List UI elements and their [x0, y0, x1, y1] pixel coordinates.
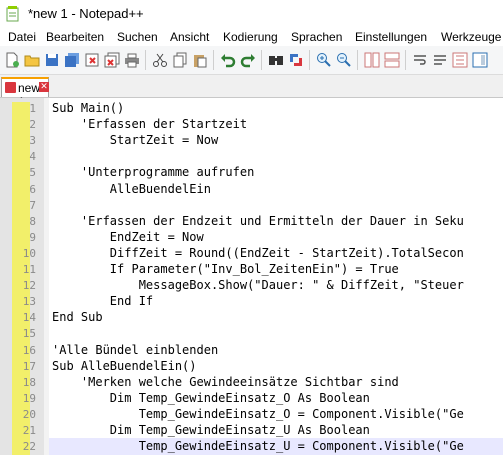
close-all-icon[interactable] [104, 52, 120, 68]
line-number: 20 [22, 407, 36, 421]
line-number: 8 [29, 214, 36, 228]
line-number: 9 [29, 230, 36, 244]
code-line[interactable]: StartZeit = Now [52, 133, 218, 147]
line-number: 15 [22, 327, 36, 341]
menu-einstellungen[interactable]: Einstellungen [355, 30, 427, 44]
code-line[interactable]: Temp_GewindeEinsatz_U = Component.Visibl… [52, 439, 464, 453]
paste-icon[interactable] [192, 52, 208, 68]
cut-icon[interactable] [152, 52, 168, 68]
zoom-in-icon[interactable] [316, 52, 332, 68]
line-number: 10 [22, 246, 36, 260]
menu-bar: Datei Bearbeiten Suchen Ansicht Kodierun… [0, 28, 503, 46]
menu-datei[interactable]: Datei [8, 30, 36, 44]
toolbar-separator [261, 50, 262, 70]
code-editor[interactable]: 1 Sub Main() 2 'Erfassen der Startzeit 3 St… [0, 98, 503, 455]
line-number: 21 [22, 424, 36, 437]
line-number: 2 [29, 118, 36, 132]
code-line[interactable]: 'Alle Bündel einblenden [52, 343, 218, 357]
window-title: *new 1 - Notepad++ [28, 6, 144, 21]
menu-kodierung[interactable]: Kodierung [223, 30, 278, 44]
code-line[interactable]: MessageBox.Show("Dauer: " & DiffZeit, "S… [52, 278, 464, 292]
fold-margin[interactable] [44, 98, 49, 455]
tab-bar: new 1 ✕ [0, 75, 503, 109]
code-line[interactable]: Sub AlleBuendelEin() [52, 359, 197, 373]
undo-icon[interactable] [220, 52, 236, 68]
line-number: 13 [22, 295, 36, 309]
line-number: 22 [22, 440, 36, 454]
print-icon[interactable] [124, 52, 140, 68]
line-number: 6 [29, 182, 36, 196]
line-number: 1 [29, 102, 36, 115]
line-number: 3 [29, 134, 36, 148]
code-line[interactable]: AlleBuendelEin [52, 182, 211, 196]
tab-new-1[interactable]: new 1 ✕ [1, 77, 49, 109]
code-line[interactable]: 'Erfassen der Startzeit [52, 117, 247, 131]
new-file-icon[interactable] [4, 52, 20, 68]
open-file-icon[interactable] [24, 52, 40, 68]
title-bar: *new 1 - Notepad++ [0, 0, 503, 28]
line-number: 19 [22, 391, 36, 405]
redo-icon[interactable] [240, 52, 256, 68]
zoom-out-icon[interactable] [336, 52, 352, 68]
save-all-icon[interactable] [64, 52, 80, 68]
code-line[interactable]: If Parameter("Inv_Bol_ZeitenEin") = True [52, 262, 399, 276]
line-number: 18 [22, 375, 36, 389]
line-number: 11 [22, 263, 36, 276]
copy-icon[interactable] [172, 52, 188, 68]
tab-close-icon[interactable]: ✕ [39, 82, 49, 92]
toolbar [0, 46, 503, 75]
code-line[interactable]: 'Unterprogramme aufrufen [52, 165, 254, 179]
all-chars-icon[interactable] [432, 52, 448, 68]
code-line[interactable]: Dim Temp_GewindeEinsatz_U As Boolean [52, 423, 370, 437]
sync-h-icon[interactable] [384, 52, 400, 68]
menu-werkzeuge[interactable]: Werkzeuge [441, 30, 501, 44]
code-line[interactable]: End If [52, 294, 153, 308]
code-line[interactable]: Temp_GewindeEinsatz_O = Component.Visibl… [52, 407, 464, 421]
unsaved-file-icon [5, 82, 16, 93]
notepad-plus-plus-icon [6, 6, 19, 22]
line-number: 7 [29, 198, 36, 212]
toolbar-separator [145, 50, 146, 70]
code-line[interactable]: EndZeit = Now [52, 230, 204, 244]
line-number: 14 [22, 311, 36, 325]
code-line[interactable]: 'Merken welche Gewindeeinsätze Sichtbar … [52, 375, 399, 389]
toolbar-separator [405, 50, 406, 70]
close-icon[interactable] [84, 52, 100, 68]
menu-suchen[interactable]: Suchen [117, 30, 158, 44]
indent-guide-icon[interactable] [452, 52, 468, 68]
toolbar-separator [213, 50, 214, 70]
wrap-icon[interactable] [412, 52, 428, 68]
line-number: 12 [22, 279, 36, 293]
line-number: 4 [29, 150, 36, 164]
doc-map-icon[interactable] [472, 52, 488, 68]
code-line[interactable]: 'Erfassen der Endzeit und Ermitteln der … [52, 214, 464, 228]
menu-sprachen[interactable]: Sprachen [291, 30, 342, 44]
menu-bearbeiten[interactable]: Bearbeiten [46, 30, 104, 44]
code-line[interactable]: Sub Main() [52, 101, 124, 115]
replace-icon[interactable] [288, 52, 304, 68]
toolbar-separator [357, 50, 358, 70]
code-line[interactable]: DiffZeit = Round((EndZeit - StartZeit).T… [52, 246, 464, 260]
line-number: 5 [29, 166, 36, 180]
line-number: 16 [22, 343, 36, 357]
toolbar-separator [309, 50, 310, 70]
find-icon[interactable] [268, 52, 284, 68]
menu-ansicht[interactable]: Ansicht [170, 30, 209, 44]
line-number: 17 [22, 359, 36, 373]
code-line[interactable]: End Sub [52, 310, 103, 324]
code-line[interactable]: Dim Temp_GewindeEinsatz_O As Boolean [52, 391, 370, 405]
save-icon[interactable] [44, 52, 60, 68]
sync-v-icon[interactable] [364, 52, 380, 68]
